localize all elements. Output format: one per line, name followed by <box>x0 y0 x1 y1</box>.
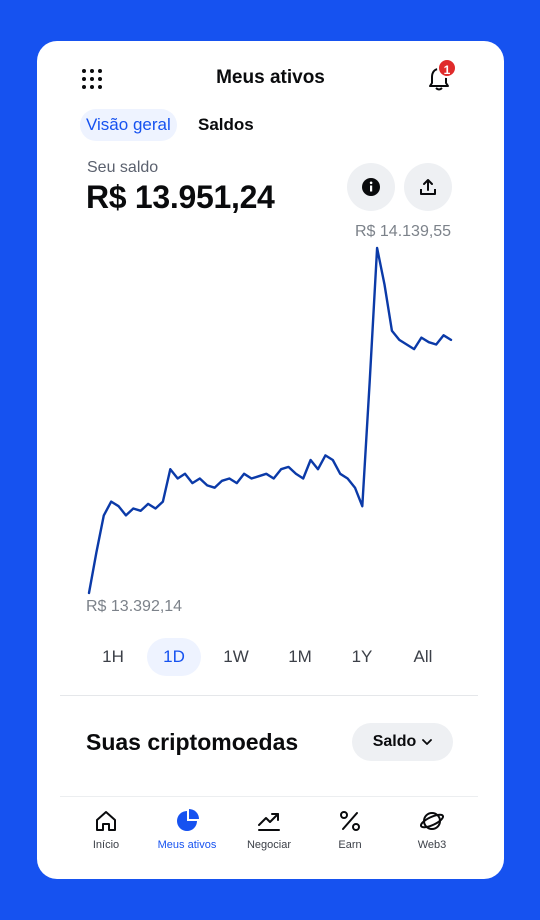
nav-item-home[interactable]: Início <box>66 809 146 851</box>
info-button[interactable] <box>347 163 395 211</box>
info-icon <box>362 178 380 196</box>
planet-icon <box>420 812 444 830</box>
chart-series-line <box>87 246 453 595</box>
chevron-down-icon <box>422 739 433 745</box>
nav-item-assets[interactable]: Meus ativos <box>147 809 227 851</box>
chart-min-label: R$ 13.392,14 <box>86 598 183 615</box>
tab-overview[interactable]: Visão geral <box>80 109 177 141</box>
balance-value: R$ 13.951,24 <box>86 179 275 215</box>
range-1h[interactable]: 1H <box>86 638 140 676</box>
nav-item-trade[interactable]: Negociar <box>229 809 309 851</box>
share-icon <box>420 179 436 195</box>
range-1w[interactable]: 1W <box>209 638 263 676</box>
nav-label-web3: Web3 <box>417 839 447 851</box>
balance-chart <box>87 246 453 595</box>
trend-icon <box>258 813 280 831</box>
sort-dropdown[interactable]: Saldo <box>352 723 453 761</box>
share-button[interactable] <box>404 163 452 211</box>
nav-label-home: Início <box>92 839 120 851</box>
sort-label: Saldo <box>372 733 417 750</box>
nav-item-earn[interactable]: Earn <box>310 809 390 851</box>
range-1m[interactable]: 1M <box>273 638 327 676</box>
tab-balances[interactable]: Saldos <box>192 109 260 141</box>
nav-label-assets: Meus ativos <box>157 839 217 851</box>
divider <box>60 695 478 696</box>
range-all[interactable]: All <box>396 638 450 676</box>
section-title: Suas criptomoedas <box>86 729 299 755</box>
pie-chart-icon <box>177 809 199 831</box>
nav-divider <box>60 796 478 797</box>
percent-icon <box>340 811 360 831</box>
home-icon <box>96 811 116 831</box>
assets-card: Meus ativos 1 Visão geral Saldos Seu sal… <box>37 41 504 879</box>
range-1y[interactable]: 1Y <box>335 638 389 676</box>
nav-label-earn: Earn <box>338 839 362 851</box>
nav-item-web3[interactable]: Web3 <box>392 809 472 851</box>
nav-label-trade: Negociar <box>246 839 292 851</box>
range-1d[interactable]: 1D <box>147 638 201 676</box>
notification-badge: 1 <box>437 58 457 78</box>
balance-label: Seu saldo <box>87 159 159 176</box>
